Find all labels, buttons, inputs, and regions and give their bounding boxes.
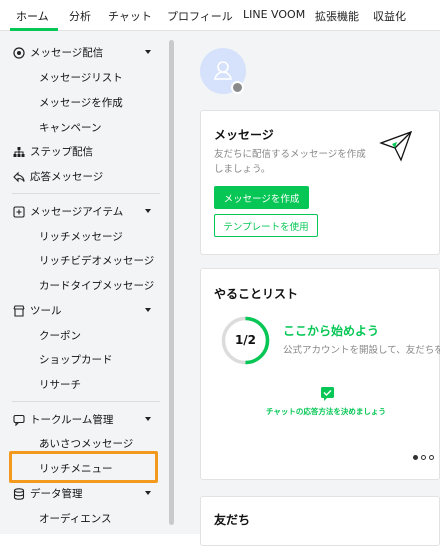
paper-plane-icon [379,130,413,162]
sidebar-section-chatroom[interactable]: トークルーム管理 [12,412,113,427]
tab-line-voom[interactable]: LINE VOOM [243,8,305,21]
chevron-down-icon[interactable] [145,491,151,495]
sidebar-section-tools[interactable]: ツール [12,303,62,318]
chevron-down-icon[interactable] [145,209,151,213]
sidebar-section-message-items[interactable]: メッセージアイテム [12,204,123,219]
plus-box-icon [12,205,25,218]
sidebar-item-create-message[interactable]: メッセージを作成 [39,95,123,110]
chat-gear-icon [12,413,25,426]
create-message-button[interactable]: メッセージを作成 [214,186,309,209]
broadcast-icon [12,46,25,59]
sidebar-item-card-message[interactable]: カードタイプメッセージ [39,278,154,293]
top-nav: ホーム 分析 チャット プロフィール LINE VOOM 拡張機能 収益化 [0,0,440,31]
sidebar-item-greeting-message[interactable]: あいさつメッセージ [39,436,133,451]
chevron-down-icon[interactable] [145,50,151,54]
sidebar-divider [12,193,160,194]
chat-check-icon [321,387,334,401]
use-template-button[interactable]: テンプレートを使用 [214,214,318,237]
sidebar-item-label: ステップ配信 [30,146,93,158]
description-line: 友だちに配信するメッセージを作成 [214,149,366,160]
database-icon [12,487,25,500]
chevron-down-icon[interactable] [145,417,151,421]
sidebar-item-coupon[interactable]: クーポン [39,328,81,343]
sidebar-section-label: メッセージ配信 [30,47,104,59]
sidebar-section-label: トークルーム管理 [30,414,114,426]
edit-avatar-icon[interactable] [231,81,244,94]
progress-text: 1/2 [234,333,257,347]
task-label[interactable]: チャットの応答方法を決めましょう [266,406,386,417]
sidebar-scrollbar[interactable] [169,40,174,525]
sidebar-item-rich-video-message[interactable]: リッチビデオメッセージ [39,253,154,268]
sidebar-section-message-delivery[interactable]: メッセージ配信 [12,45,103,60]
tab-home[interactable]: ホーム [16,8,49,24]
carousel-dot[interactable] [413,455,418,460]
sidebar-item-shop-card[interactable]: ショップカード [39,352,113,367]
hierarchy-icon [12,145,25,158]
sidebar-item-campaign[interactable]: キャンペーン [39,120,101,135]
chevron-down-icon[interactable] [145,308,151,312]
tab-monetization[interactable]: 収益化 [373,8,406,24]
rich-menu-highlight [9,451,158,483]
reply-icon [12,170,25,183]
tab-extensions[interactable]: 拡張機能 [315,8,359,24]
sidebar-item-message-list[interactable]: メッセージリスト [39,70,123,85]
tab-chat[interactable]: チャット [108,8,152,24]
sidebar-section-data-management[interactable]: データ管理 [12,486,83,501]
message-card-description: 友だちに配信するメッセージを作成 しましょう。 [214,147,374,177]
tab-analytics[interactable]: 分析 [69,8,91,24]
sidebar-item-label: 応答メッセージ [30,171,104,183]
start-here-description: 公式アカウントを開設して、友だちを [283,345,440,356]
sidebar-item-rich-message[interactable]: リッチメッセージ [39,229,123,244]
sidebar-item-auto-reply[interactable]: 応答メッセージ [12,169,103,184]
sidebar-section-label: データ管理 [30,488,83,500]
sidebar-section-label: メッセージアイテム [30,206,124,218]
carousel-dot[interactable] [421,455,426,460]
start-here-title: ここから始めよう [283,324,380,338]
description-line: しましょう。 [214,164,271,175]
carousel-dot[interactable] [429,455,434,460]
shop-icon [12,304,25,317]
sidebar-divider [12,401,160,402]
todo-card-title: やることリスト [214,287,299,301]
sidebar-section-label: ツール [30,305,62,317]
message-card-title: メッセージ [214,128,274,142]
sidebar-item-research[interactable]: リサーチ [39,377,81,392]
carousel-dots [413,455,434,460]
sidebar-item-step-delivery[interactable]: ステップ配信 [12,144,93,159]
tab-profile[interactable]: プロフィール [167,8,233,24]
sidebar-item-audience[interactable]: オーディエンス [39,511,112,526]
friends-card-title: 友だち [214,513,251,527]
